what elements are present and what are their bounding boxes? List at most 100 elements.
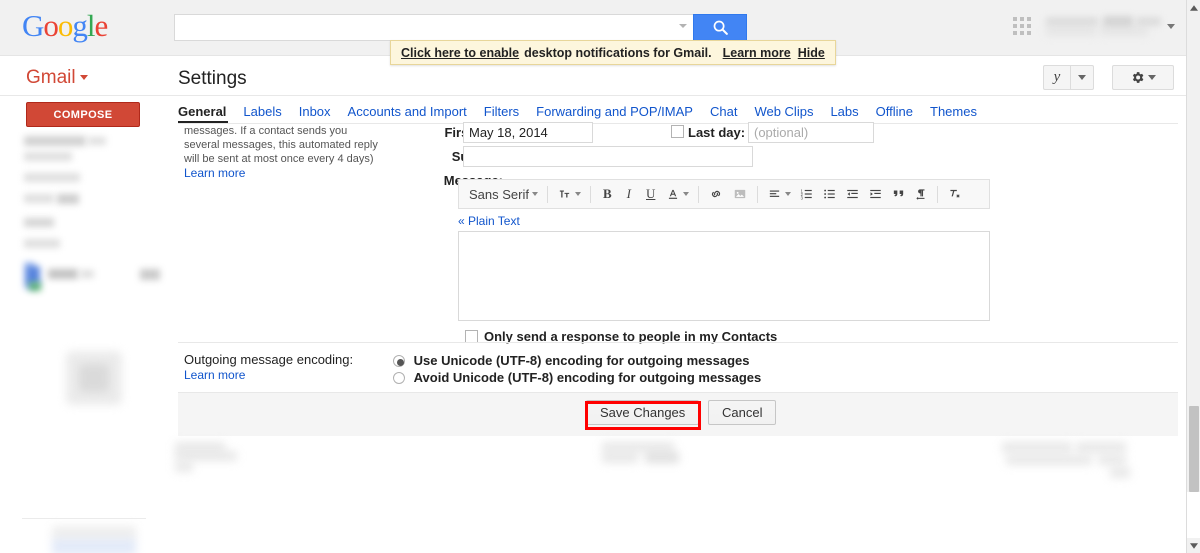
- account-dropdown-caret-icon[interactable]: [1167, 24, 1175, 29]
- tab-inbox[interactable]: Inbox: [299, 104, 342, 122]
- indent-button[interactable]: [864, 183, 887, 205]
- font-size-selector[interactable]: [553, 183, 585, 205]
- share-button[interactable]: y: [1043, 65, 1094, 90]
- numbered-list-button[interactable]: 1 2 3: [795, 183, 818, 205]
- toolbar-separator: [757, 186, 758, 203]
- search-button[interactable]: [693, 14, 747, 41]
- logo-letter: o: [43, 8, 58, 43]
- chevron-down-icon: [785, 192, 791, 196]
- toolbar-separator: [590, 186, 591, 203]
- plain-text-toggle-link[interactable]: « Plain Text: [458, 214, 520, 228]
- message-editor: Sans Serif B I U: [458, 179, 990, 324]
- vacation-responder-form: messages. If a contact sends you several…: [178, 124, 1178, 436]
- underline-button[interactable]: U: [639, 183, 662, 205]
- tab-chat[interactable]: Chat: [710, 104, 748, 122]
- last-day-checkbox[interactable]: [671, 125, 684, 138]
- vacation-learn-more-link[interactable]: Learn more: [184, 166, 245, 180]
- insert-link-button[interactable]: [704, 183, 728, 205]
- tab-general[interactable]: General: [178, 104, 228, 123]
- banner-hide-link[interactable]: Hide: [798, 46, 825, 60]
- tab-filters[interactable]: Filters: [484, 104, 530, 122]
- encoding-option-unicode[interactable]: Use Unicode (UTF-8) encoding for outgoin…: [393, 353, 745, 368]
- search-icon: [712, 19, 729, 36]
- insert-image-button[interactable]: [728, 183, 752, 205]
- outdent-icon: [845, 187, 860, 201]
- scrollbar-thumb[interactable]: [1189, 406, 1199, 492]
- chevron-down-icon: [1190, 543, 1198, 549]
- font-family-selector[interactable]: Sans Serif: [465, 183, 542, 205]
- tab-forwarding-pop-imap[interactable]: Forwarding and POP/IMAP: [536, 104, 704, 122]
- account-name-blurred[interactable]: [1043, 15, 1163, 37]
- bold-button[interactable]: B: [596, 183, 619, 205]
- encoding-learn-more-link[interactable]: Learn more: [184, 368, 353, 382]
- encoding-option-avoid-unicode[interactable]: Avoid Unicode (UTF-8) encoding for outgo…: [393, 370, 756, 385]
- desktop-notifications-banner: Click here to enable desktop notificatio…: [390, 40, 836, 65]
- settings-panel: General Labels Inbox Accounts and Import…: [170, 96, 1186, 436]
- encoding-radio-use-unicode[interactable]: [393, 355, 405, 367]
- encoding-section-divider: [178, 342, 1178, 343]
- search-input[interactable]: [175, 15, 693, 40]
- logo-letter: g: [72, 8, 87, 43]
- actions-divider: [178, 392, 1178, 393]
- page-title: Settings: [178, 68, 247, 90]
- link-icon: [708, 187, 724, 201]
- indent-icon: [868, 187, 883, 201]
- first-day-input[interactable]: [463, 122, 593, 143]
- gmail-brand-label: Gmail: [26, 67, 76, 88]
- paragraph-direction-button[interactable]: [910, 183, 932, 205]
- scroll-down-arrow[interactable]: [1187, 538, 1200, 553]
- image-icon: [732, 187, 748, 201]
- italic-button[interactable]: I: [619, 183, 639, 205]
- block-quote-icon: [891, 187, 906, 201]
- vacation-message-textarea[interactable]: [458, 231, 990, 321]
- encoding-label: Outgoing message encoding:: [184, 352, 353, 367]
- remove-formatting-button[interactable]: [943, 183, 966, 205]
- bulleted-list-button[interactable]: [818, 183, 841, 205]
- chevron-down-icon: [575, 192, 581, 196]
- enable-notifications-link[interactable]: Click here to enable: [401, 46, 519, 60]
- remove-formatting-icon: [947, 187, 962, 201]
- scrollbar-track[interactable]: [1187, 492, 1200, 538]
- gear-icon: [1130, 70, 1145, 85]
- share-button-label: y: [1044, 66, 1071, 89]
- vacation-description: messages. If a contact sends you several…: [184, 124, 384, 181]
- align-button[interactable]: [763, 183, 795, 205]
- tab-offline[interactable]: Offline: [876, 104, 924, 122]
- save-changes-button[interactable]: Save Changes: [586, 400, 699, 425]
- tab-themes[interactable]: Themes: [930, 104, 988, 122]
- search-box[interactable]: [174, 14, 693, 41]
- vacation-description-text: messages. If a contact sends you several…: [184, 125, 378, 165]
- scroll-up-arrow[interactable]: [1187, 0, 1200, 15]
- encoding-radio-avoid-unicode[interactable]: [393, 372, 405, 384]
- compose-button[interactable]: COMPOSE: [26, 102, 140, 127]
- search-options-caret-icon[interactable]: [679, 24, 687, 28]
- encoding-label-block: Outgoing message encoding: Learn more: [184, 352, 353, 382]
- outdent-button[interactable]: [841, 183, 864, 205]
- text-color-button[interactable]: [662, 183, 693, 205]
- encoding-option-unicode-label: Use Unicode (UTF-8) encoding for outgoin…: [414, 353, 750, 368]
- cancel-button[interactable]: Cancel: [708, 400, 776, 425]
- logo-letter: e: [95, 8, 108, 43]
- block-quote-button[interactable]: [887, 183, 910, 205]
- chevron-up-icon: [1190, 5, 1198, 11]
- form-actions-row: Save Changes Cancel: [178, 392, 1178, 436]
- settings-tabs: General Labels Inbox Accounts and Import…: [178, 104, 1178, 124]
- subject-input[interactable]: [463, 146, 753, 167]
- bulleted-list-icon: [822, 187, 837, 201]
- google-logo[interactable]: Google: [22, 10, 107, 42]
- gmail-brand-dropdown[interactable]: Gmail: [26, 67, 88, 89]
- chevron-down-icon: [80, 75, 88, 80]
- logo-letter: G: [22, 8, 43, 43]
- tab-labs[interactable]: Labs: [830, 104, 869, 122]
- apps-grid-icon[interactable]: [1013, 17, 1031, 35]
- settings-gear-button[interactable]: [1112, 65, 1174, 90]
- tab-accounts-and-import[interactable]: Accounts and Import: [348, 104, 478, 122]
- browser-scrollbar[interactable]: [1186, 0, 1200, 553]
- last-day-input[interactable]: [748, 122, 874, 143]
- banner-learn-more-link[interactable]: Learn more: [723, 46, 791, 60]
- editor-toolbar: Sans Serif B I U: [458, 179, 990, 209]
- share-dropdown-toggle[interactable]: [1071, 66, 1093, 89]
- tab-web-clips[interactable]: Web Clips: [754, 104, 824, 122]
- tab-labels[interactable]: Labels: [243, 104, 292, 122]
- font-family-label: Sans Serif: [469, 187, 529, 202]
